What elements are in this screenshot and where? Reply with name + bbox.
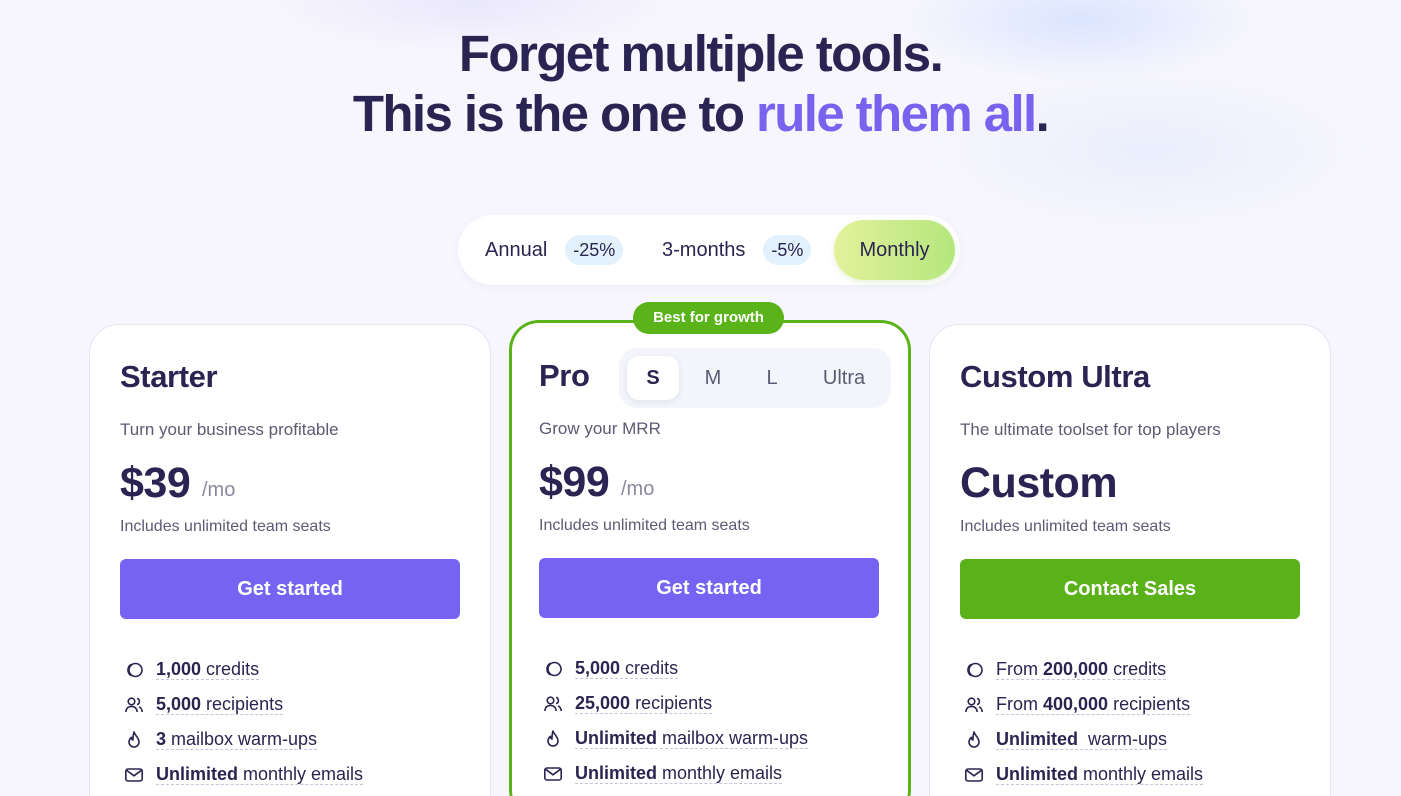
feature-text: 1,000 credits bbox=[156, 659, 260, 680]
feature-warm-ups: 3 mailbox warm-ups bbox=[124, 722, 363, 757]
feature-emails: Unlimited monthly emails bbox=[124, 757, 364, 792]
size-option-l[interactable]: L bbox=[750, 356, 794, 400]
feature-recipients: 5,000 recipients bbox=[124, 687, 363, 722]
feature-recipients: From 400,000 recipients bbox=[964, 687, 1203, 722]
headline-line-1: Forget multiple tools. bbox=[458, 25, 944, 82]
users-icon bbox=[124, 695, 144, 715]
feature-text: Unlimited monthly emails bbox=[996, 764, 1204, 785]
plan-tagline: Grow your MRR bbox=[539, 419, 661, 438]
annual-discount-badge: -25% bbox=[565, 235, 624, 265]
feature-text: Unlimited monthly emails bbox=[156, 764, 364, 785]
headline-line-2-prefix: This is the one to bbox=[352, 85, 756, 142]
headline-line-2: This is the one to rule them all. bbox=[0, 84, 1401, 144]
seats-note: Includes unlimited team seats bbox=[120, 518, 331, 535]
flame-icon bbox=[124, 730, 144, 750]
plan-price: $99 bbox=[539, 458, 610, 506]
price-period: /mo bbox=[202, 479, 236, 501]
feature-list: 1,000 credits 5,000 recipients 3 mailbox… bbox=[124, 652, 364, 792]
plan-size-selector: S M L Ultra bbox=[619, 348, 891, 408]
plan-tagline: Turn your business profitable bbox=[120, 420, 339, 439]
size-option-m[interactable]: M bbox=[691, 356, 735, 400]
toggle-3-months-label: 3-months bbox=[662, 238, 746, 261]
size-option-s[interactable]: S bbox=[627, 356, 679, 400]
plan-name: Custom Ultra bbox=[960, 359, 1150, 394]
page-headline: Forget multiple tools. This is the one t… bbox=[0, 24, 1401, 144]
feature-text: From 200,000 credits bbox=[996, 659, 1167, 680]
feature-warm-ups: Unlimited warm-ups bbox=[964, 722, 1203, 757]
coins-icon bbox=[964, 660, 984, 680]
feature-recipients: 25,000 recipients bbox=[543, 686, 808, 721]
headline-line-2-suffix: . bbox=[1035, 85, 1050, 142]
get-started-button[interactable]: Get started bbox=[539, 558, 879, 618]
flame-icon bbox=[543, 729, 563, 749]
feature-list: 5,000 credits 25,000 recipients Unlimite… bbox=[543, 651, 809, 791]
headline-accent: rule them all bbox=[755, 85, 1037, 142]
feature-credits: From 200,000 credits bbox=[964, 652, 1203, 687]
feature-text: 25,000 recipients bbox=[575, 693, 713, 714]
feature-text: 5,000 credits bbox=[575, 658, 679, 679]
best-for-growth-badge: Best for growth bbox=[633, 302, 784, 334]
feature-text: Unlimited monthly emails bbox=[575, 763, 783, 784]
toggle-annual[interactable]: Annual -25% bbox=[485, 215, 624, 285]
feature-warm-ups: Unlimited mailbox warm-ups bbox=[543, 721, 809, 756]
plan-price: $39 bbox=[120, 459, 191, 507]
price-period: /mo bbox=[621, 478, 655, 500]
coins-icon bbox=[543, 659, 563, 679]
plan-card-custom-ultra: Custom Ultra The ultimate toolset for to… bbox=[929, 324, 1331, 796]
mail-icon bbox=[124, 765, 144, 785]
feature-credits: 1,000 credits bbox=[124, 652, 363, 687]
mail-icon bbox=[964, 765, 984, 785]
users-icon bbox=[964, 695, 984, 715]
contact-sales-button[interactable]: Contact Sales bbox=[960, 559, 1300, 619]
feature-text: Unlimited warm-ups bbox=[996, 729, 1168, 750]
seats-note: Includes unlimited team seats bbox=[539, 517, 750, 534]
feature-emails: Unlimited monthly emails bbox=[543, 756, 808, 791]
get-started-button[interactable]: Get started bbox=[120, 559, 460, 619]
seats-note: Includes unlimited team seats bbox=[960, 518, 1171, 535]
users-icon bbox=[543, 694, 563, 714]
toggle-monthly[interactable]: Monthly bbox=[834, 220, 955, 280]
feature-text: 3 mailbox warm-ups bbox=[156, 729, 318, 750]
feature-emails: Unlimited monthly emails bbox=[964, 757, 1204, 792]
toggle-3-months[interactable]: 3-months -5% bbox=[662, 215, 812, 285]
toggle-annual-label: Annual bbox=[485, 238, 548, 261]
feature-text: 5,000 recipients bbox=[156, 694, 284, 715]
size-option-ultra[interactable]: Ultra bbox=[809, 356, 879, 400]
mail-icon bbox=[543, 764, 563, 784]
plan-card-pro: Best for growth Pro S M L Ultra Grow you… bbox=[509, 302, 911, 796]
billing-toggle: Annual -25% 3-months -5% Monthly bbox=[458, 215, 960, 285]
feature-credits: 5,000 credits bbox=[543, 651, 808, 686]
3-months-discount-badge: -5% bbox=[763, 235, 812, 265]
plan-price: Custom bbox=[960, 459, 1118, 507]
coins-icon bbox=[124, 660, 144, 680]
plan-card-starter: Starter Turn your business profitable $3… bbox=[89, 324, 491, 796]
feature-text: Unlimited mailbox warm-ups bbox=[575, 728, 809, 749]
feature-list: From 200,000 credits From 400,000 recipi… bbox=[964, 652, 1204, 792]
flame-icon bbox=[964, 730, 984, 750]
plan-name: Pro bbox=[539, 358, 590, 393]
plan-name: Starter bbox=[120, 359, 218, 394]
feature-text: From 400,000 recipients bbox=[996, 694, 1191, 715]
plan-tagline: The ultimate toolset for top players bbox=[960, 420, 1221, 439]
